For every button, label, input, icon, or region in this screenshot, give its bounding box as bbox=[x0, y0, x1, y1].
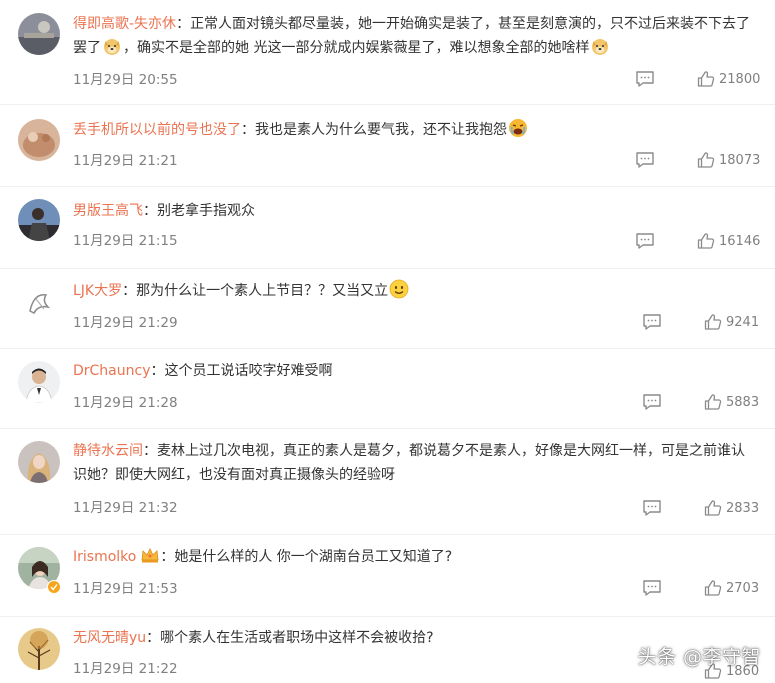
comment-text: 她是什么样的人 你一个湖南台员工又知道了? bbox=[174, 549, 453, 565]
comment-body: 静待水云间：麦林上过几次电视，真正的素人是葛夕，都说葛夕不是素人，好像是大网红一… bbox=[73, 439, 757, 487]
colon: ： bbox=[160, 549, 175, 565]
like-button[interactable]: 16146 bbox=[697, 231, 760, 251]
doge-emoji-icon bbox=[590, 36, 610, 56]
comment-text: 别老拿手指观众 bbox=[157, 203, 255, 219]
username[interactable]: Irismolko bbox=[73, 549, 136, 565]
username[interactable]: 静待水云间 bbox=[73, 443, 143, 459]
colon: ： bbox=[176, 16, 191, 32]
avatar[interactable] bbox=[18, 281, 60, 323]
reply-icon[interactable] bbox=[642, 313, 662, 331]
crying-emoji-icon bbox=[508, 118, 528, 138]
username[interactable]: 得即高歌-失亦休 bbox=[73, 16, 176, 32]
reply-icon[interactable] bbox=[635, 151, 655, 169]
colon: ： bbox=[146, 630, 161, 646]
comment-body: LJK大罗：那为什么让一个素人上节目？？又当又立 bbox=[73, 279, 757, 303]
comment-time: 11月29日 21:21 bbox=[73, 153, 178, 169]
comment-item: 静待水云间：麦林上过几次电视，真正的素人是葛夕，都说葛夕不是素人，好像是大网红一… bbox=[0, 429, 775, 535]
avatar[interactable] bbox=[18, 441, 60, 483]
comment-time: 11月29日 21:22 bbox=[73, 661, 178, 677]
verified-badge-icon bbox=[47, 579, 61, 594]
like-count: 21800 bbox=[719, 71, 761, 87]
thumbs-up-icon bbox=[704, 500, 722, 516]
comment-item: 得即高歌-失亦休：正常人面对镜头都尽量装，她一开始确实是装了，甚至是刻意演的，只… bbox=[0, 0, 775, 105]
comment-body: DrChauncy：这个员工说话咬字好难受啊 bbox=[73, 359, 757, 383]
username[interactable]: LJK大罗 bbox=[73, 283, 122, 299]
comment-time: 11月29日 21:28 bbox=[73, 395, 178, 411]
thumbs-up-icon bbox=[697, 152, 715, 168]
vip-crown-icon bbox=[140, 546, 160, 564]
comment-time: 11月29日 20:55 bbox=[73, 72, 178, 88]
doge-emoji-icon bbox=[102, 36, 122, 56]
comment-text: 那为什么让一个素人上节目？？又当又立 bbox=[136, 283, 389, 299]
comment-body: 男版王高飞：别老拿手指观众 bbox=[73, 199, 757, 223]
like-button[interactable]: 2833 bbox=[704, 498, 759, 518]
comment-text: 哪个素人在生活或者职场中这样不会被收拾? bbox=[160, 630, 434, 646]
comment-item: LJK大罗：那为什么让一个素人上节目？？又当又立 11月29日 21:29 92… bbox=[0, 269, 775, 349]
comment-text: 麦林上过几次电视，真正的素人是葛夕，都说葛夕不是素人，好像是大网红一样，可是之前… bbox=[73, 443, 745, 483]
colon: ： bbox=[143, 443, 157, 459]
username[interactable]: 丢手机所以以前的号也没了 bbox=[73, 122, 241, 138]
watermark: 头条 @李守智 bbox=[637, 646, 761, 668]
like-count: 18073 bbox=[719, 152, 761, 168]
like-button[interactable]: 5883 bbox=[704, 392, 759, 412]
comment-body: 丢手机所以以前的号也没了：我也是素人为什么要气我，还不让我抱怨 bbox=[73, 118, 757, 142]
username[interactable]: DrChauncy bbox=[73, 363, 151, 379]
comment-text: ，确实不是全部的她 光这一部分就成内娱紫薇星了，难以想象全部的她啥样 bbox=[123, 40, 590, 56]
username[interactable]: 无风无晴yu bbox=[73, 630, 146, 646]
comment-time: 11月29日 21:53 bbox=[73, 581, 178, 597]
thumbs-up-icon bbox=[704, 314, 722, 330]
reply-icon[interactable] bbox=[642, 499, 662, 517]
like-count: 2703 bbox=[726, 580, 760, 596]
like-button[interactable]: 2703 bbox=[704, 578, 759, 598]
colon: ： bbox=[122, 283, 137, 299]
like-count: 16146 bbox=[719, 233, 761, 249]
thumbs-up-icon bbox=[704, 580, 722, 596]
avatar[interactable] bbox=[18, 628, 60, 670]
colon: ： bbox=[241, 122, 255, 138]
avatar[interactable] bbox=[18, 119, 60, 161]
smile-emoji-icon bbox=[389, 279, 409, 299]
reply-icon[interactable] bbox=[635, 70, 655, 88]
colon: ： bbox=[150, 363, 165, 379]
like-button[interactable]: 9241 bbox=[704, 312, 759, 332]
comment-item: 男版王高飞：别老拿手指观众 11月29日 21:15 16146 bbox=[0, 187, 775, 269]
reply-icon[interactable] bbox=[642, 393, 662, 411]
like-count: 5883 bbox=[726, 394, 760, 410]
colon: ： bbox=[143, 203, 157, 219]
comment-item: 丢手机所以以前的号也没了：我也是素人为什么要气我，还不让我抱怨 11月29日 2… bbox=[0, 105, 775, 187]
comment-text: 我也是素人为什么要气我，还不让我抱怨 bbox=[255, 122, 507, 138]
comment-body: Irismolko ：她是什么样的人 你一个湖南台员工又知道了? bbox=[73, 545, 757, 569]
comment-body: 得即高歌-失亦休：正常人面对镜头都尽量装，她一开始确实是装了，甚至是刻意演的，只… bbox=[73, 12, 757, 60]
username[interactable]: 男版王高飞 bbox=[73, 203, 143, 219]
reply-icon[interactable] bbox=[635, 232, 655, 250]
comment-time: 11月29日 21:15 bbox=[73, 233, 178, 249]
comment-time: 11月29日 21:29 bbox=[73, 315, 178, 331]
avatar[interactable] bbox=[18, 361, 60, 403]
avatar[interactable] bbox=[18, 13, 60, 55]
comment-item: Irismolko ：她是什么样的人 你一个湖南台员工又知道了? 11月29日 2… bbox=[0, 535, 775, 617]
like-button[interactable]: 21800 bbox=[697, 69, 760, 89]
thumbs-up-icon bbox=[697, 233, 715, 249]
like-button[interactable]: 18073 bbox=[697, 150, 760, 170]
avatar[interactable] bbox=[18, 199, 60, 241]
like-count: 9241 bbox=[726, 314, 760, 330]
comment-item: DrChauncy：这个员工说话咬字好难受啊 11月29日 21:28 5883 bbox=[0, 349, 775, 429]
thumbs-up-icon bbox=[697, 71, 715, 87]
reply-icon[interactable] bbox=[642, 579, 662, 597]
like-count: 2833 bbox=[726, 500, 760, 516]
comment-time: 11月29日 21:32 bbox=[73, 500, 178, 516]
comment-text: 这个员工说话咬字好难受啊 bbox=[164, 363, 333, 379]
thumbs-up-icon bbox=[704, 394, 722, 410]
